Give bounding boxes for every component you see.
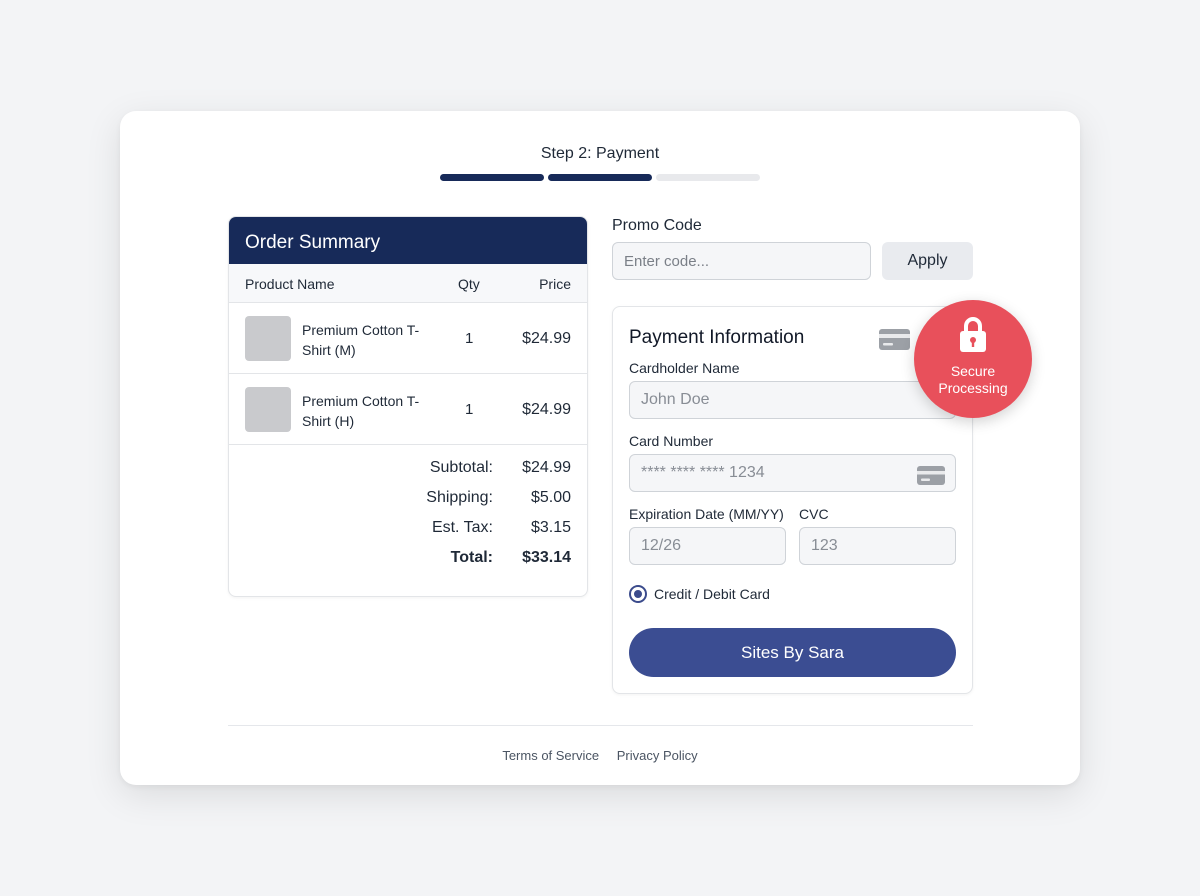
shipping-label: Shipping: — [426, 489, 493, 506]
product-qty: 1 — [465, 401, 474, 418]
badge-text: Secure Processing — [914, 363, 1032, 397]
badge-line-2: Processing — [938, 380, 1008, 396]
footer-links: Terms of Service Privacy Policy — [120, 748, 1080, 763]
order-summary: Order Summary Product Name Qty Price Pre… — [228, 216, 588, 597]
credit-card-radio[interactable] — [629, 585, 647, 603]
product-name: Premium Cotton T-Shirt (H) — [302, 393, 420, 429]
product-price: $24.99 — [522, 330, 571, 347]
expiration-date-input[interactable] — [629, 527, 786, 565]
checkout-card: Step 2: Payment Order Summary Product Na… — [120, 111, 1080, 785]
progress-segment-1 — [440, 174, 544, 181]
apply-button[interactable]: Apply — [882, 242, 973, 280]
expiration-date-label: Expiration Date (MM/YY) — [629, 506, 784, 522]
footer-divider — [228, 725, 973, 726]
table-row: Premium Cotton T-Shirt (M) 1 $24.99 — [229, 303, 587, 374]
subtotal-label: Subtotal: — [429, 459, 493, 476]
table-header: Product Name Qty Price — [229, 264, 587, 303]
step-title: Step 2: Payment — [540, 145, 660, 162]
column-header-qty: Qty — [458, 276, 480, 292]
cardholder-name-input[interactable] — [629, 381, 956, 419]
product-qty: 1 — [465, 330, 474, 347]
card-number-card-icon — [917, 466, 945, 485]
progress-segment-2 — [548, 174, 652, 181]
product-thumbnail — [245, 387, 291, 432]
order-summary-title: Order Summary — [229, 217, 587, 264]
total-row: Total: $33.14 — [229, 549, 587, 571]
order-totals: Subtotal: $24.99 Shipping: $5.00 Est. Ta… — [229, 445, 587, 585]
card-number-label: Card Number — [629, 433, 714, 449]
tax-row: Est. Tax: $3.15 — [229, 519, 587, 541]
column-header-price: Price — [539, 276, 571, 292]
subtotal-value: $24.99 — [522, 459, 571, 476]
secure-processing-badge: Secure Processing — [914, 300, 1032, 418]
shipping-value: $5.00 — [530, 489, 571, 506]
promo-code-label: Promo Code — [612, 217, 702, 234]
card-number-input[interactable] — [629, 454, 956, 492]
cardholder-name-label: Cardholder Name — [629, 360, 740, 376]
terms-of-service-link[interactable]: Terms of Service — [502, 748, 599, 763]
privacy-policy-link[interactable]: Privacy Policy — [617, 748, 698, 763]
column-header-name: Product Name — [245, 276, 335, 292]
payment-title: Payment Information — [629, 327, 805, 348]
credit-card-radio-label: Credit / Debit Card — [654, 586, 770, 602]
promo-code-input[interactable] — [612, 242, 871, 280]
progress-segment-3 — [656, 174, 760, 181]
lock-icon — [960, 317, 986, 352]
tax-label: Est. Tax: — [431, 519, 493, 536]
total-value: $33.14 — [522, 549, 571, 566]
credit-card-icon — [879, 329, 910, 350]
progress-bar — [440, 174, 760, 181]
submit-payment-button[interactable]: Sites By Sara — [629, 628, 956, 677]
product-name: Premium Cotton T-Shirt (M) — [302, 322, 420, 358]
total-label: Total: — [450, 549, 493, 566]
badge-line-1: Secure — [950, 363, 996, 379]
subtotal-row: Subtotal: $24.99 — [229, 459, 587, 481]
product-price: $24.99 — [522, 401, 571, 418]
table-row: Premium Cotton T-Shirt (H) 1 $24.99 — [229, 374, 587, 445]
cvc-input[interactable] — [799, 527, 956, 565]
tax-value: $3.15 — [530, 519, 571, 536]
shipping-row: Shipping: $5.00 — [229, 489, 587, 511]
product-thumbnail — [245, 316, 291, 361]
cvc-label: CVC — [799, 506, 829, 522]
